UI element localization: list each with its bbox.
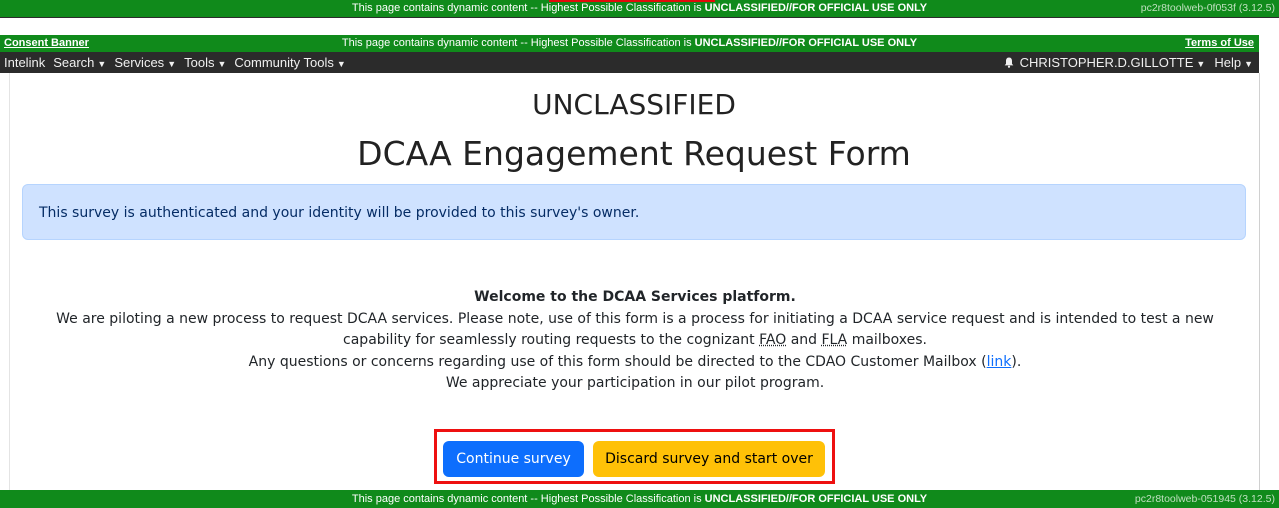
caret-down-icon: ▼ — [97, 59, 107, 69]
nav-user-area: CHRISTOPHER.D.GILLOTTE ▼ Help ▼ — [1004, 52, 1253, 75]
intro-text: Welcome to the DCAA Services platform. W… — [10, 287, 1260, 395]
intro-paragraph-2-text: Any questions or concerns regarding use … — [248, 353, 987, 370]
page-title: DCAA Engagement Request Form — [357, 134, 911, 173]
nav-menu-community-tools-label: Community Tools — [234, 55, 334, 70]
intro-paragraph-2: Any questions or concerns regarding use … — [10, 352, 1260, 374]
consent-bar-text: This page contains dynamic content -- Hi… — [341, 37, 695, 49]
user-menu[interactable]: CHRISTOPHER.D.GILLOTTE ▼ — [1004, 52, 1206, 75]
intro-paragraph-1b: capability for seamlessly routing reques… — [10, 330, 1260, 352]
consent-bar-classification: UNCLASSIFIED//FOR OFFICIAL USE ONLY — [694, 37, 918, 49]
nav-menu-tools[interactable]: Tools ▼ — [184, 52, 226, 75]
intro-paragraph-1a: We are piloting a new process to request… — [56, 310, 1214, 327]
caret-down-icon: ▼ — [336, 59, 346, 69]
banner-host: pc2r8toolweb-0f053f (3.12.5) — [1140, 2, 1275, 14]
consent-banner-link[interactable]: Consent Banner — [4, 35, 89, 52]
caret-down-icon: ▼ — [1244, 59, 1253, 69]
consent-bar: Consent Banner This page contains dynami… — [0, 35, 1259, 52]
terms-of-use-link[interactable]: Terms of Use — [1185, 35, 1254, 52]
banner-host: pc2r8toolweb-051945 (3.12.5) — [1134, 493, 1275, 505]
nav-menu-community-tools[interactable]: Community Tools ▼ — [234, 52, 345, 75]
intro-paragraph-3: We appreciate your participation in our … — [445, 375, 825, 391]
intro-paragraph-2-end: ). — [1011, 353, 1022, 370]
nav-menu-services[interactable]: Services ▼ — [114, 52, 176, 75]
banner-text: This page contains dynamic content -- Hi… — [351, 493, 705, 505]
intro-paragraph-1b-end: mailboxes. — [847, 332, 927, 348]
header-divider — [0, 17, 1279, 18]
authentication-alert: This survey is authenticated and your id… — [22, 184, 1246, 240]
user-name: CHRISTOPHER.D.GILLOTTE — [1019, 55, 1194, 70]
bottom-classification-banner: This page contains dynamic content -- Hi… — [0, 490, 1279, 508]
nav-menu-tools-label: Tools — [184, 55, 215, 70]
top-navbar: Intelink Search ▼ Services ▼ Tools ▼ Commun… — [0, 52, 1259, 73]
welcome-heading: Welcome to the DCAA Services platform. — [474, 289, 796, 305]
bell-icon[interactable] — [1004, 57, 1014, 68]
caret-down-icon: ▼ — [217, 59, 227, 69]
nav-menu-search[interactable]: Search ▼ — [53, 52, 106, 75]
help-menu-label: Help — [1214, 55, 1242, 70]
discard-survey-button[interactable]: Discard survey and start over — [593, 441, 825, 477]
abbr-fla[interactable]: FLA — [822, 332, 848, 348]
intro-paragraph-1b-and: and — [786, 332, 822, 348]
abbr-fao[interactable]: FAO — [759, 332, 786, 348]
intro-paragraph-1b-text: capability for seamlessly routing reques… — [343, 332, 760, 348]
nav-brand-intelink[interactable]: Intelink — [4, 52, 45, 75]
caret-down-icon: ▼ — [167, 59, 177, 69]
top-classification-banner: This page contains dynamic content -- Hi… — [0, 0, 1279, 17]
caret-down-icon: ▼ — [1196, 59, 1206, 69]
red-highlight-tab — [549, 0, 715, 2]
banner-classification: UNCLASSIFIED//FOR OFFICIAL USE ONLY — [704, 2, 928, 14]
nav-menu-services-label: Services — [114, 55, 165, 70]
nav-menu: Intelink Search ▼ Services ▼ Tools ▼ Commun… — [4, 52, 346, 75]
classification-heading: UNCLASSIFIED — [532, 88, 736, 121]
help-menu[interactable]: Help ▼ — [1214, 52, 1253, 75]
nav-menu-search-label: Search — [53, 55, 95, 70]
continue-survey-button[interactable]: Continue survey — [443, 441, 584, 477]
cdao-mailbox-link[interactable]: link — [987, 354, 1012, 370]
banner-text: This page contains dynamic content -- Hi… — [351, 2, 705, 14]
banner-classification: UNCLASSIFIED//FOR OFFICIAL USE ONLY — [704, 493, 928, 505]
